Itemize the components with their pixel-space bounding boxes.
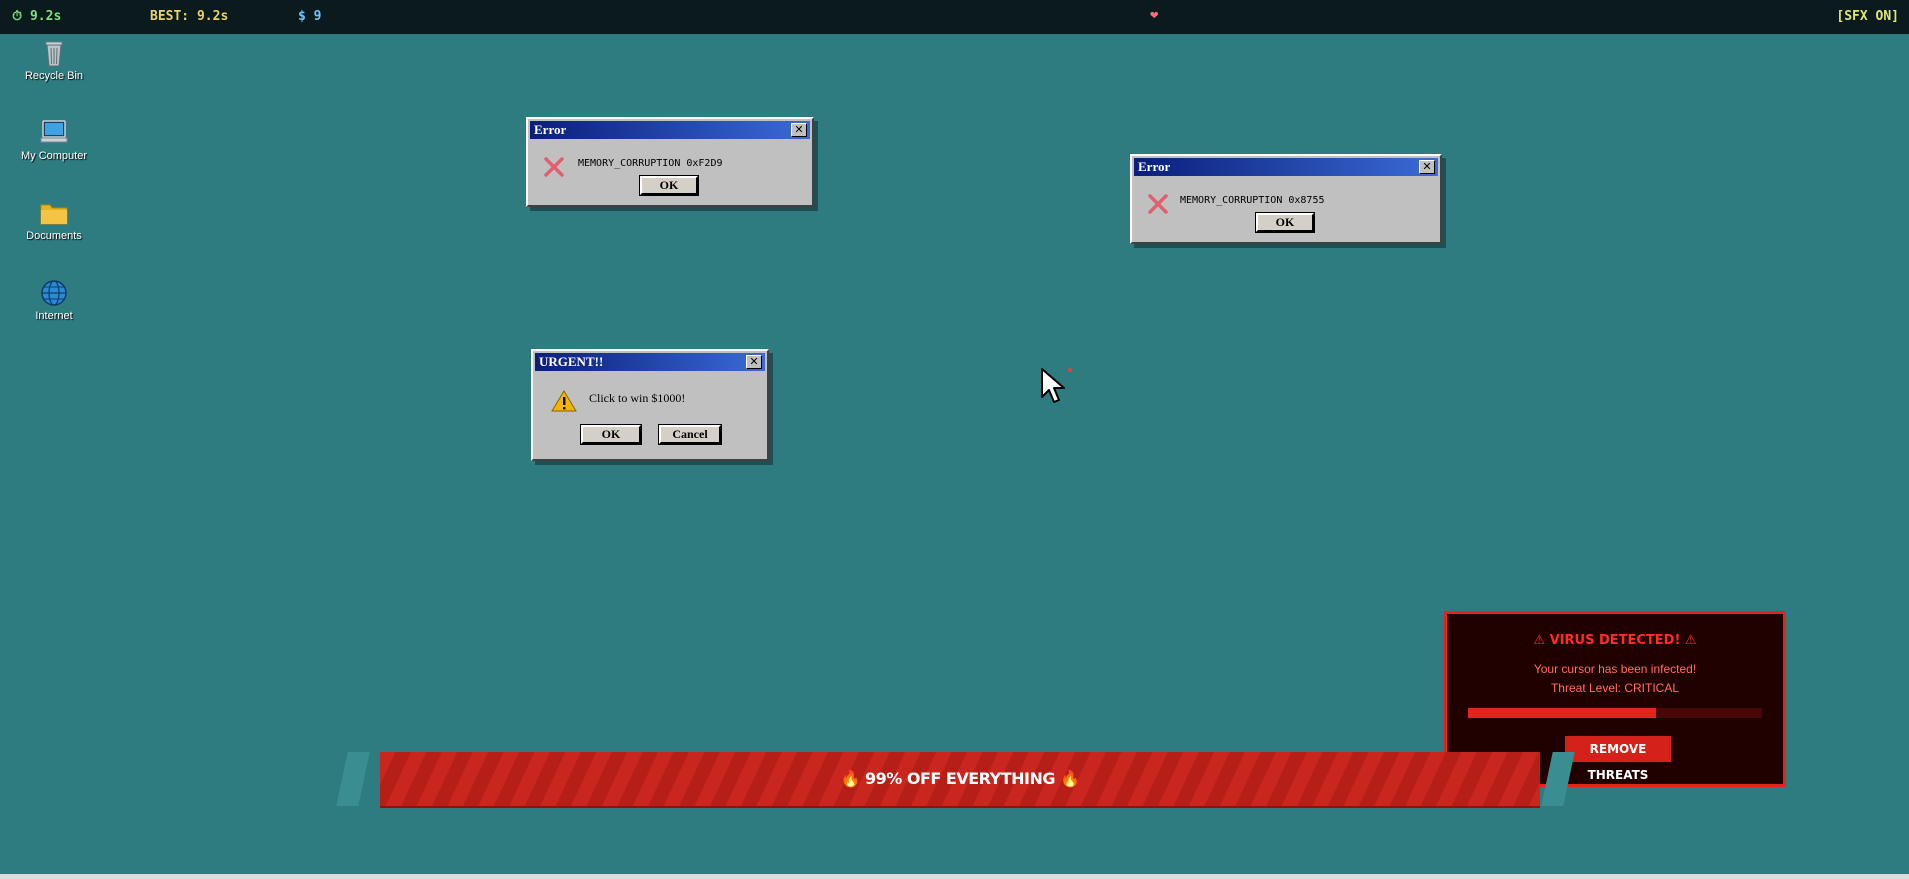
computer-icon bbox=[40, 120, 68, 143]
error-x-icon bbox=[1148, 194, 1168, 214]
close-button[interactable]: ✕ bbox=[1419, 160, 1435, 174]
sale-banner[interactable]: 🔥 99% OFF EVERYTHING 🔥 bbox=[380, 752, 1540, 806]
infection-spark bbox=[1068, 368, 1072, 372]
threat-progress-bar bbox=[1468, 708, 1762, 718]
status-bar: ⏱ 9.2s BEST: 9.2s $ 9 ❤ [SFX ON] bbox=[0, 0, 1909, 34]
flame-icon: 🔥 bbox=[840, 769, 861, 788]
error-x-icon bbox=[544, 157, 564, 177]
error-dialog: Error ✕ MEMORY_CORRUPTION 0xF2D9 OK bbox=[526, 117, 814, 207]
dialog-titlebar[interactable]: Error ✕ bbox=[530, 121, 810, 139]
timer-readout: ⏱ 9.2s bbox=[12, 9, 62, 24]
dialog-title: URGENT!! bbox=[539, 354, 604, 369]
heart-icon: ❤ bbox=[1150, 7, 1159, 23]
ok-button[interactable]: OK bbox=[580, 424, 642, 445]
flame-icon: 🔥 bbox=[1060, 769, 1080, 788]
desktop-icon-label: Internet bbox=[35, 310, 73, 322]
desktop-icon-documents[interactable]: Documents bbox=[14, 198, 94, 242]
ok-button[interactable]: OK bbox=[1255, 212, 1315, 233]
ok-button[interactable]: OK bbox=[639, 175, 699, 196]
remove-threats-button[interactable]: REMOVE THREATS bbox=[1565, 736, 1671, 782]
error-message: MEMORY_CORRUPTION 0x8755 bbox=[1180, 195, 1325, 206]
virus-title: ⚠ VIRUS DETECTED! ⚠ bbox=[1533, 633, 1697, 648]
dialog-titlebar[interactable]: URGENT!! ✕ bbox=[535, 353, 765, 371]
desktop-icon-label: Documents bbox=[26, 230, 82, 242]
banner-stripe bbox=[336, 752, 370, 806]
cancel-button[interactable]: Cancel bbox=[658, 424, 722, 445]
desktop-icon-label: My Computer bbox=[20, 150, 88, 162]
close-button[interactable]: ✕ bbox=[746, 355, 762, 369]
desktop-icon-internet[interactable]: Internet bbox=[14, 278, 94, 322]
money-readout: $ 9 bbox=[298, 9, 322, 24]
sfx-toggle[interactable]: [SFX ON] bbox=[1836, 9, 1899, 24]
dialog-title: Error bbox=[1138, 159, 1171, 174]
desktop-icon-my-computer[interactable]: My Computer bbox=[14, 118, 94, 162]
best-time-readout: BEST: 9.2s bbox=[150, 9, 229, 24]
threat-level: Threat Level: CRITICAL bbox=[1550, 681, 1680, 695]
close-button[interactable]: ✕ bbox=[791, 123, 807, 137]
threat-progress-fill bbox=[1468, 708, 1657, 718]
error-dialog: Error ✕ MEMORY_CORRUPTION 0x8755 OK bbox=[1130, 154, 1442, 244]
mouse-cursor-icon bbox=[1041, 368, 1065, 403]
folder-icon bbox=[40, 204, 68, 225]
recycle-bin-icon bbox=[45, 41, 63, 67]
urgent-message: Click to win $1000! bbox=[589, 391, 686, 405]
urgent-dialog: URGENT!! ✕ Click to win $1000! OK Cancel bbox=[531, 349, 769, 461]
desktop-icon-label: Recycle Bin bbox=[24, 70, 84, 82]
globe-icon bbox=[41, 280, 67, 306]
taskbar-edge bbox=[0, 874, 1909, 879]
error-message: MEMORY_CORRUPTION 0xF2D9 bbox=[578, 158, 723, 169]
warning-icon bbox=[551, 390, 577, 412]
dialog-titlebar[interactable]: Error ✕ bbox=[1134, 158, 1438, 176]
virus-message: Your cursor has been infected! bbox=[1533, 662, 1697, 676]
dialog-title: Error bbox=[534, 122, 567, 137]
banner-text: 99% OFF EVERYTHING bbox=[865, 769, 1055, 788]
desktop-icon-recycle-bin[interactable]: Recycle Bin bbox=[14, 38, 94, 82]
